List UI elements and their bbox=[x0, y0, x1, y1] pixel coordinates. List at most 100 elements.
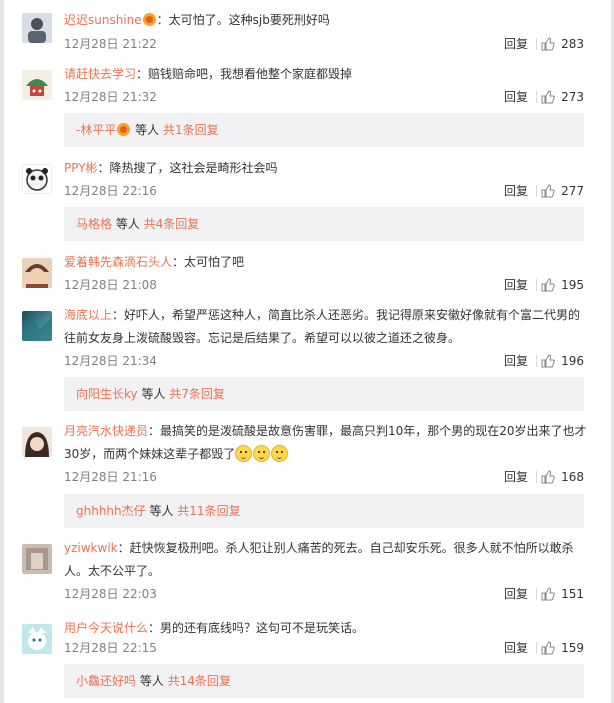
like-count: 151 bbox=[561, 587, 584, 601]
avatar[interactable] bbox=[22, 544, 52, 574]
like-button[interactable]: 159 bbox=[541, 639, 584, 657]
sub-reply-summary[interactable]: -林平平 等人 共1条回复 bbox=[64, 113, 584, 147]
comment-content-line1: ：好吓人，希望严惩这种人，简直比杀人还恶劣。我记得原来安徽好像就有个富二代男的 bbox=[112, 308, 581, 322]
reply-button[interactable]: 回复 bbox=[504, 35, 528, 53]
reply-button[interactable]: 回复 bbox=[504, 276, 528, 294]
divider bbox=[536, 91, 537, 103]
comment-username[interactable]: 迟迟sunshine bbox=[64, 13, 142, 27]
like-button[interactable]: 196 bbox=[541, 352, 584, 370]
comment-meta: 12月28日 21:16 回复 168 bbox=[64, 468, 584, 486]
comment-username[interactable]: 爱着韩先森滴石头人 bbox=[64, 255, 172, 269]
comment-content-line2: 30岁，而两个妹妹这辈子都毁了 bbox=[64, 447, 236, 461]
comment-time: 12月28日 21:22 bbox=[64, 37, 157, 51]
like-button[interactable]: 168 bbox=[541, 468, 584, 486]
comment-text-continued: 30岁，而两个妹妹这辈子都毁了 bbox=[64, 443, 590, 465]
divider bbox=[536, 38, 537, 50]
like-count: 277 bbox=[561, 184, 584, 198]
sub-reply-count[interactable]: 共14条回复 bbox=[168, 674, 231, 688]
comment-username[interactable]: yziwkwlk bbox=[64, 541, 118, 555]
sub-reply-user[interactable]: 向阳生长ky bbox=[76, 387, 138, 401]
reply-button[interactable]: 回复 bbox=[504, 468, 528, 486]
reply-button[interactable]: 回复 bbox=[504, 88, 528, 106]
sub-reply-count[interactable]: 共11条回复 bbox=[177, 504, 240, 518]
comment-meta: 12月28日 22:16 回复 277 bbox=[64, 182, 584, 200]
comment-time: 12月28日 22:15 bbox=[64, 641, 157, 655]
avatar[interactable] bbox=[22, 13, 52, 43]
like-button[interactable]: 273 bbox=[541, 88, 584, 106]
comment-username[interactable]: PPY彬 bbox=[64, 161, 98, 175]
comment-username[interactable]: 请赶快去学习 bbox=[64, 67, 136, 81]
comment-content: ：太可怕了。这种sjb要死刑好吗 bbox=[156, 13, 330, 27]
medal-badge-icon bbox=[117, 123, 131, 136]
medal-badge-icon bbox=[142, 13, 156, 26]
sub-reply-suffix: 等人 bbox=[136, 674, 168, 688]
reply-button[interactable]: 回复 bbox=[504, 182, 528, 200]
comment-content: ：降热搜了，这社会是畸形社会吗 bbox=[97, 161, 278, 175]
sub-reply-user[interactable]: -林平平 bbox=[76, 123, 116, 137]
thumbs-up-icon bbox=[541, 587, 555, 601]
sub-reply-suffix: 等人 bbox=[137, 387, 170, 401]
thumbs-up-icon bbox=[541, 37, 555, 51]
avatar[interactable] bbox=[22, 258, 52, 288]
divider bbox=[536, 642, 537, 654]
avatar[interactable] bbox=[22, 311, 52, 341]
comment-content: ：男的还有底线吗？这句可不是玩笑话。 bbox=[148, 621, 365, 635]
comment-feed: 迟迟sunshine ：太可怕了。这种sjb要死刑好吗 12月28日 21:22 … bbox=[0, 0, 614, 703]
sub-reply-user[interactable]: 小鱻还好吗 bbox=[76, 674, 136, 688]
comment-text: PPY彬：降热搜了，这社会是畸形社会吗 bbox=[64, 157, 590, 179]
sub-reply-suffix: 等人 bbox=[131, 123, 163, 137]
like-button[interactable]: 151 bbox=[541, 585, 584, 603]
divider bbox=[536, 588, 537, 600]
avatar[interactable] bbox=[22, 70, 52, 100]
comment-content-line2: 人。太不公平了。 bbox=[64, 564, 161, 578]
divider bbox=[536, 471, 537, 483]
like-button[interactable]: 277 bbox=[541, 182, 584, 200]
sub-reply-user[interactable]: ghhhhh杰仔 bbox=[76, 504, 146, 518]
sub-reply-suffix: 等人 bbox=[145, 504, 178, 518]
sub-reply-summary[interactable]: 马格格 等人 共4条回复 bbox=[64, 207, 584, 241]
thumbs-up-icon bbox=[541, 470, 555, 484]
comment-username[interactable]: 月亮汽水快递员 bbox=[64, 424, 148, 438]
comment-meta: 12月28日 21:08 回复 195 bbox=[64, 276, 584, 294]
comment-content-line1: ：最搞笑的是泼硫酸是故意伤害罪，最高只判10年，那个男的现在20岁出来了也才 bbox=[148, 424, 587, 438]
reply-button[interactable]: 回复 bbox=[504, 585, 528, 603]
comment-text: 请赶快去学习：赔钱赔命吧，我想看他整个家庭都毁掉 bbox=[64, 63, 590, 85]
avatar[interactable] bbox=[22, 427, 52, 457]
sub-reply-summary[interactable]: ghhhhh杰仔 等人 共11条回复 bbox=[64, 494, 584, 528]
like-count: 168 bbox=[561, 470, 584, 484]
sub-reply-count[interactable]: 共1条回复 bbox=[163, 123, 219, 137]
like-button[interactable]: 283 bbox=[541, 35, 584, 53]
avatar[interactable] bbox=[22, 164, 52, 194]
comment-meta: 12月28日 22:03 回复 151 bbox=[64, 585, 584, 603]
sub-reply-user[interactable]: 马格格 bbox=[76, 217, 112, 231]
comment-time: 12月28日 22:03 bbox=[64, 587, 157, 601]
sub-reply-count[interactable]: 共7条回复 bbox=[169, 387, 225, 401]
comment-username[interactable]: 海底以上 bbox=[64, 308, 112, 322]
sub-reply-summary[interactable]: 小鱻还好吗 等人 共14条回复 bbox=[64, 664, 584, 698]
worried-face-emoji bbox=[253, 445, 271, 462]
thumbs-up-icon bbox=[541, 641, 555, 655]
sub-reply-summary[interactable]: 向阳生长ky 等人 共7条回复 bbox=[64, 377, 584, 411]
comment-text: yziwkwlk：赶快恢复极刑吧。杀人犯让别人痛苦的死去。自己却安乐死。很多人就… bbox=[64, 537, 590, 559]
divider bbox=[536, 185, 537, 197]
comment-text: 海底以上：好吓人，希望严惩这种人，简直比杀人还恶劣。我记得原来安徽好像就有个富二… bbox=[64, 304, 590, 326]
comment-text: 迟迟sunshine ：太可怕了。这种sjb要死刑好吗 bbox=[64, 9, 590, 31]
like-count: 195 bbox=[561, 278, 584, 292]
sub-reply-count[interactable]: 共4条回复 bbox=[144, 217, 200, 231]
comment-username[interactable]: 用户今天说什么 bbox=[64, 621, 148, 635]
comment-time: 12月28日 21:08 bbox=[64, 278, 157, 292]
thumbs-up-icon bbox=[541, 184, 555, 198]
comment-time: 12月28日 22:16 bbox=[64, 184, 157, 198]
comment-content-line1: ：赶快恢复极刑吧。杀人犯让别人痛苦的死去。自己却安乐死。很多人就不怕所以敢杀 bbox=[117, 541, 574, 555]
comment-meta: 12月28日 21:34 回复 196 bbox=[64, 352, 584, 370]
like-button[interactable]: 195 bbox=[541, 276, 584, 294]
comment-text: 爱着韩先森滴石头人：太可怕了吧 bbox=[64, 251, 590, 273]
comment-content: ：赔钱赔命吧，我想看他整个家庭都毁掉 bbox=[136, 67, 353, 81]
avatar[interactable] bbox=[22, 624, 52, 654]
thumbs-up-icon bbox=[541, 354, 555, 368]
comment-text: 用户今天说什么：男的还有底线吗？这句可不是玩笑话。 bbox=[64, 617, 590, 639]
reply-button[interactable]: 回复 bbox=[504, 639, 528, 657]
reply-button[interactable]: 回复 bbox=[504, 352, 528, 370]
like-count: 159 bbox=[561, 641, 584, 655]
divider bbox=[536, 355, 537, 367]
